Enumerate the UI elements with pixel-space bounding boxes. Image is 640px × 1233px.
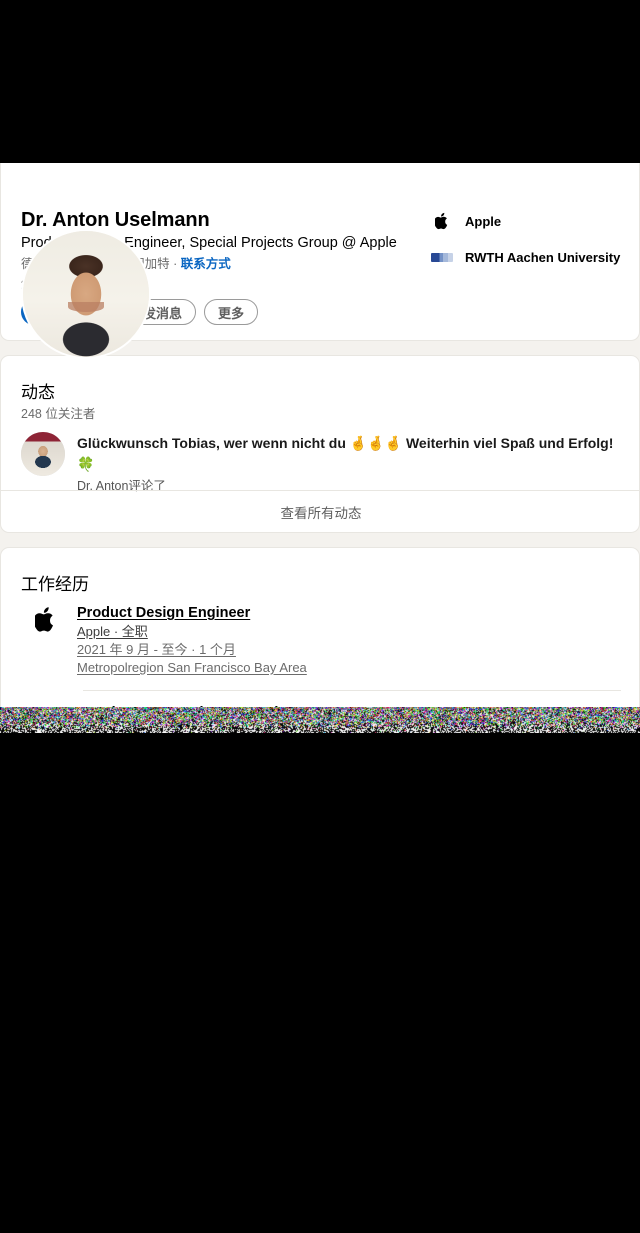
experience-dates: 2021 年 9 月 - 至今 · 1 个月 xyxy=(77,642,236,657)
company-name: Apple xyxy=(465,213,502,229)
company-row-rwth[interactable]: RWTH Aachen University xyxy=(431,244,631,270)
empty-black-area xyxy=(0,733,640,1233)
company-row-apple[interactable]: Apple xyxy=(431,208,631,234)
profile-card: Dr. Anton Uselmann Product Design Engine… xyxy=(0,163,640,359)
post-text: Glückwunsch Tobias, wer wenn nicht du 🤞🤞… xyxy=(77,432,621,495)
activity-card: 动态 248 位关注者 Glückwunsch Tobias, wer wenn… xyxy=(0,355,640,533)
experience-company: Apple · 全职 xyxy=(77,624,148,639)
see-all-activity-button[interactable]: 查看所有动态 xyxy=(1,490,640,532)
experience-title[interactable]: Product Design Engineer xyxy=(77,604,621,623)
more-button[interactable]: 更多 xyxy=(204,299,259,325)
contact-info-link[interactable]: 联系方式 xyxy=(181,257,231,271)
browser-viewport: Dr. Anton Uselmann Product Design Engine… xyxy=(0,0,640,707)
post-author-avatar xyxy=(21,432,65,476)
activity-section-title: 动态 xyxy=(21,383,55,402)
rwth-logo-icon xyxy=(431,246,453,268)
experience-card: 工作经历 Product Design Engineer Apple · 全职 … xyxy=(0,547,640,707)
profile-banner xyxy=(0,0,640,163)
avatar[interactable] xyxy=(21,229,151,359)
company-name: RWTH Aachen University xyxy=(465,249,621,265)
experience-section-title: 工作经历 xyxy=(21,575,89,594)
render-corruption-band xyxy=(0,707,640,733)
profile-photo xyxy=(23,231,149,357)
divider xyxy=(83,690,621,691)
followers-count: 248 位关注者 xyxy=(21,407,96,421)
list-item[interactable]: Product Design Engineer Apple · 全职 2021 … xyxy=(1,604,640,677)
apple-logo-icon xyxy=(431,210,453,232)
screenshot-root: Dr. Anton Uselmann Product Design Engine… xyxy=(0,0,640,1233)
experience-location: Metropolregion San Francisco Bay Area xyxy=(77,660,307,675)
company-list: Apple RWTH Aachen University xyxy=(431,208,631,280)
apple-logo-icon xyxy=(29,604,63,640)
activity-post[interactable]: Glückwunsch Tobias, wer wenn nicht du 🤞🤞… xyxy=(21,432,621,495)
experience-list: Product Design Engineer Apple · 全职 2021 … xyxy=(1,604,640,707)
post-body: Glückwunsch Tobias, wer wenn nicht du 🤞🤞… xyxy=(77,435,614,472)
